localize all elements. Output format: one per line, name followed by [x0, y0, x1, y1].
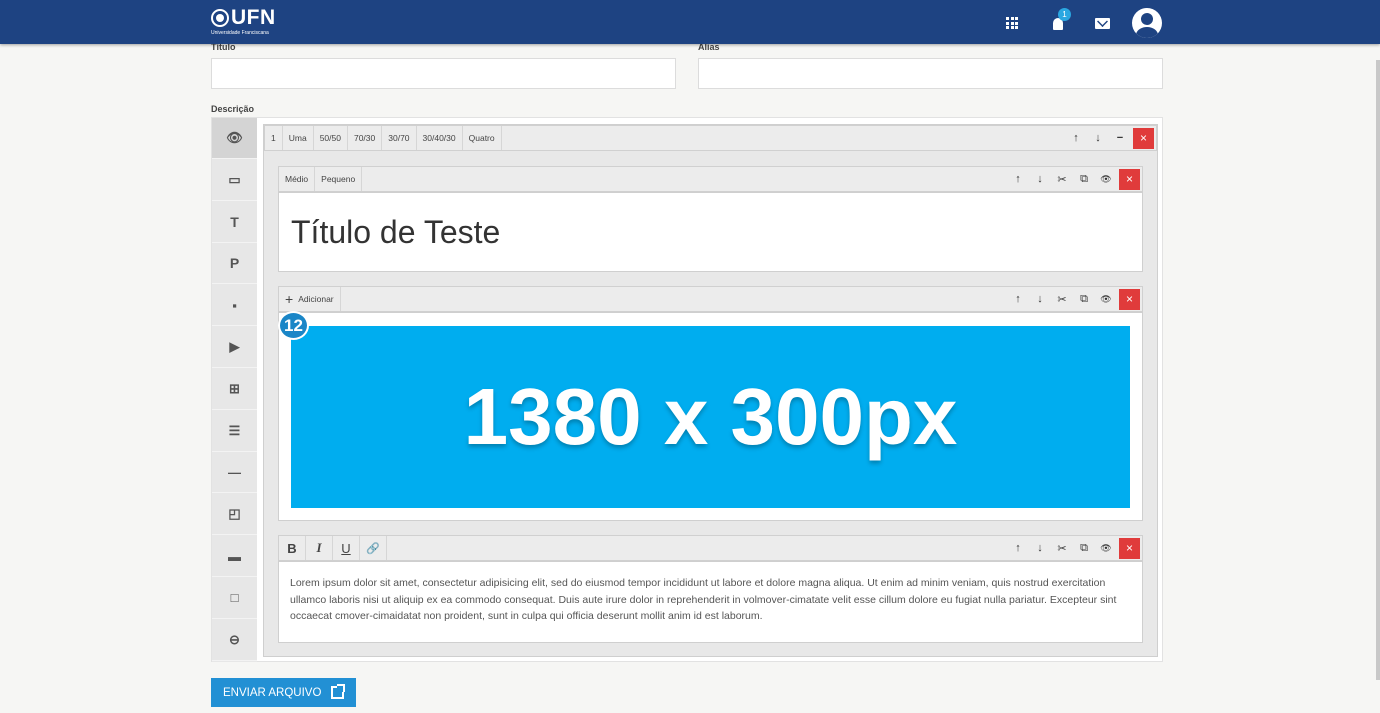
plus-icon: + — [285, 291, 294, 307]
move-down-icon[interactable]: ↓ — [1029, 167, 1051, 191]
page-builder-editor: 👁 ▭ T P ▪ ▶ ⊞ ☰ — ◰ ▬ □ ⊖ 1 Uma 50/50 70/30 30/70 30… — [211, 117, 1163, 662]
move-down-icon[interactable]: ↓ — [1029, 536, 1051, 560]
sidebar-item-box[interactable]: □ — [212, 578, 257, 619]
component-sidebar: 👁 ▭ T P ▪ ▶ ⊞ ☰ — ◰ ▬ □ ⊖ — [212, 118, 257, 662]
cut-icon[interactable]: ✂ — [1051, 536, 1073, 560]
logo-subtitle: Universidade Franciscana — [211, 30, 269, 36]
layout-50-50-button[interactable]: 50/50 — [314, 126, 348, 150]
close-icon[interactable]: × — [1133, 127, 1154, 149]
add-label: Adicionar — [298, 294, 334, 304]
size-medio-button[interactable]: Médio — [279, 167, 316, 191]
close-icon[interactable]: × — [1119, 288, 1140, 310]
size-pequeno-button[interactable]: Pequeno — [315, 167, 363, 191]
title-input[interactable] — [211, 58, 676, 89]
preview-icon[interactable]: 👁 — [1095, 167, 1117, 191]
text-block-toolbar: B I U 🔗 ↑ ↓ ✂ ⧉ 👁 × — [278, 535, 1143, 561]
table-icon: ⊞ — [229, 380, 240, 396]
minimize-icon[interactable]: − — [1109, 126, 1131, 150]
box-icon: □ — [230, 590, 239, 606]
close-icon[interactable]: × — [1119, 168, 1140, 190]
heading-block-toolbar: Médio Pequeno ↑ ↓ ✂ ⧉ 👁 × — [278, 166, 1143, 192]
preview-icon[interactable]: 👁 — [1095, 536, 1117, 560]
alias-input[interactable] — [698, 58, 1163, 89]
image-block[interactable]: 1380 x 300px 12 — [278, 311, 1143, 521]
image-placeholder-text: 1380 x 300px — [463, 372, 958, 461]
sidebar-item-paragraph[interactable]: P — [212, 243, 257, 285]
layout-30-40-30-button[interactable]: 30/40/30 — [417, 126, 463, 150]
sidebar-item-card[interactable]: ◰ — [212, 494, 257, 536]
move-up-icon[interactable]: ↑ — [1007, 167, 1029, 191]
apps-icon[interactable] — [1003, 6, 1021, 40]
title-icon: T — [230, 213, 239, 230]
window-icon: ▭ — [228, 171, 241, 187]
image-block-toolbar: + Adicionar ↑ ↓ ✂ ⧉ 👁 × — [278, 286, 1143, 312]
sidebar-item-preview[interactable]: 👁 — [212, 118, 257, 159]
row-container: 1 Uma 50/50 70/30 30/70 30/40/30 Quatro … — [263, 124, 1158, 657]
row-toolbar: 1 Uma 50/50 70/30 30/70 30/40/30 Quatro … — [264, 125, 1157, 151]
heading-text[interactable]: Título de Teste — [291, 214, 500, 251]
link-icon[interactable]: 🔗 — [360, 536, 387, 560]
ufn-emblem-icon — [211, 9, 229, 27]
move-up-icon[interactable]: ↑ — [1065, 126, 1087, 150]
move-up-icon[interactable]: ↑ — [1007, 536, 1029, 560]
top-navbar: UFN Universidade Franciscana 1 — [0, 0, 1380, 44]
list-icon: ☰ — [228, 422, 241, 438]
ufn-logo[interactable]: UFN Universidade Franciscana — [211, 6, 291, 40]
layout-30-70-button[interactable]: 30/70 — [382, 126, 417, 150]
sidebar-item-link[interactable]: ⊖ — [212, 620, 257, 661]
copy-icon[interactable]: ⧉ — [1073, 536, 1095, 560]
description-label: Descrição — [211, 104, 255, 114]
send-file-label: ENVIAR ARQUIVO — [223, 686, 322, 699]
copy-icon[interactable]: ⧉ — [1073, 167, 1095, 191]
page-scrollbar[interactable] — [1376, 60, 1380, 680]
avatar[interactable] — [1131, 6, 1163, 40]
sidebar-item-list[interactable]: ☰ — [212, 411, 257, 452]
play-icon: ▶ — [229, 339, 240, 354]
link-icon: ⊖ — [229, 631, 240, 647]
logo-text: UFN — [231, 6, 276, 29]
external-link-icon — [331, 684, 346, 699]
close-icon[interactable]: × — [1119, 537, 1140, 559]
sidebar-item-table[interactable]: ⊞ — [212, 369, 257, 410]
bell-icon[interactable]: 1 — [1047, 6, 1071, 40]
move-up-icon[interactable]: ↑ — [1007, 287, 1029, 311]
sidebar-item-container[interactable]: ▭ — [212, 160, 257, 201]
layout-uma-button[interactable]: Uma — [283, 126, 314, 150]
card-icon: ◰ — [228, 506, 241, 522]
sidebar-item-video[interactable]: ▶ — [212, 327, 257, 368]
copy-icon[interactable]: ⧉ — [1073, 287, 1095, 311]
layout-quatro-button[interactable]: Quatro — [463, 126, 502, 150]
bold-button[interactable]: B — [279, 536, 306, 560]
layout-70-30-button[interactable]: 70/30 — [348, 126, 383, 150]
text-block[interactable]: Lorem ipsum dolor sit amet, consectetur … — [278, 561, 1143, 643]
sidebar-item-image[interactable]: ▪ — [212, 285, 257, 327]
notification-badge: 1 — [1058, 8, 1071, 21]
cut-icon[interactable]: ✂ — [1051, 167, 1073, 191]
underline-button[interactable]: U — [333, 536, 360, 560]
divider-icon: — — [228, 464, 241, 480]
columns-count: 1 — [265, 126, 283, 150]
image-icon: ▪ — [232, 297, 237, 313]
eye-icon: 👁 — [226, 130, 243, 145]
paragraph-text[interactable]: Lorem ipsum dolor sit amet, consectetur … — [290, 575, 1135, 625]
band-icon: ▬ — [228, 548, 241, 564]
move-down-icon[interactable]: ↓ — [1029, 287, 1051, 311]
italic-button[interactable]: I — [306, 536, 333, 560]
image-count-badge: 12 — [278, 311, 309, 340]
sidebar-item-band[interactable]: ▬ — [212, 536, 257, 577]
image-placeholder[interactable]: 1380 x 300px — [291, 326, 1130, 508]
sidebar-item-divider[interactable]: — — [212, 452, 257, 494]
paragraph-icon: P — [229, 255, 240, 272]
cut-icon[interactable]: ✂ — [1051, 287, 1073, 311]
send-file-button[interactable]: ENVIAR ARQUIVO — [211, 678, 356, 707]
preview-icon[interactable]: 👁 — [1095, 287, 1117, 311]
move-down-icon[interactable]: ↓ — [1087, 126, 1109, 150]
mail-icon[interactable] — [1091, 6, 1113, 40]
add-image-button[interactable]: + Adicionar — [279, 287, 341, 311]
heading-block[interactable]: Título de Teste — [278, 192, 1143, 272]
sidebar-item-title[interactable]: T — [212, 202, 257, 243]
